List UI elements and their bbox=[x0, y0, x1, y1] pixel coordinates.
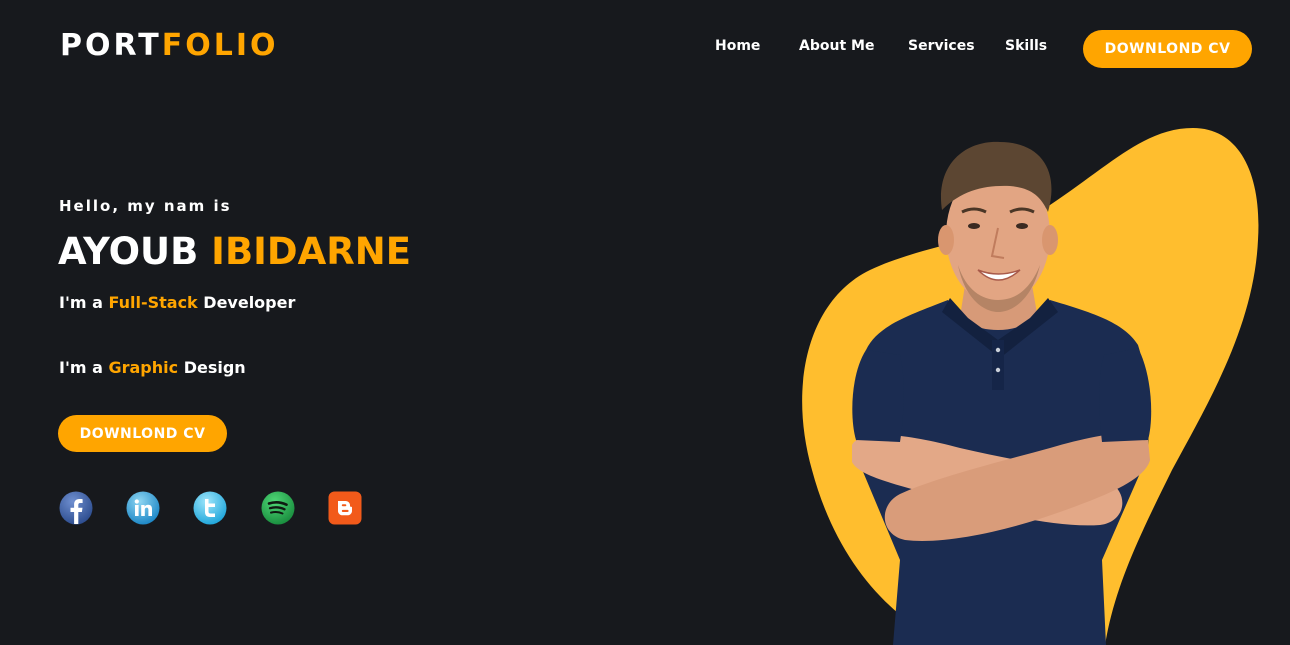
role2-suffix: Design bbox=[183, 358, 246, 377]
nav-about-me[interactable]: About Me bbox=[799, 38, 874, 54]
spotify-icon[interactable] bbox=[261, 491, 295, 525]
social-links bbox=[59, 491, 379, 527]
role2-highlight: Graphic bbox=[108, 358, 179, 377]
nav-skills[interactable]: Skills bbox=[1005, 38, 1047, 54]
blogger-icon[interactable] bbox=[328, 491, 362, 525]
last-name: IBIDARNE bbox=[211, 230, 411, 273]
hero-download-cv-button[interactable]: DOWNLOND CV bbox=[58, 415, 227, 452]
linkedin-icon[interactable] bbox=[126, 491, 160, 525]
greeting: Hello, my nam is bbox=[59, 197, 232, 215]
facebook-icon[interactable] bbox=[59, 491, 93, 525]
role-design: I'm a Graphic Design bbox=[59, 358, 246, 377]
twitter-icon[interactable] bbox=[193, 491, 227, 525]
role1-suffix: Developer bbox=[203, 293, 296, 312]
role1-prefix: I'm a bbox=[59, 293, 103, 312]
first-name: AYOUB bbox=[58, 230, 199, 273]
header-download-cv-button[interactable]: DOWNLOND CV bbox=[1083, 30, 1252, 68]
hero-name: AYOUB IBIDARNE bbox=[58, 230, 411, 273]
role1-highlight: Full-Stack bbox=[108, 293, 198, 312]
portfolio-page: PORTFOLIO Home About Me Services Skills … bbox=[0, 0, 1290, 645]
role-developer: I'm a Full-Stack Developer bbox=[59, 293, 295, 312]
nav-services[interactable]: Services bbox=[908, 38, 975, 54]
hero-illustration bbox=[802, 128, 1259, 645]
role2-prefix: I'm a bbox=[59, 358, 103, 377]
nav-home[interactable]: Home bbox=[715, 38, 760, 54]
